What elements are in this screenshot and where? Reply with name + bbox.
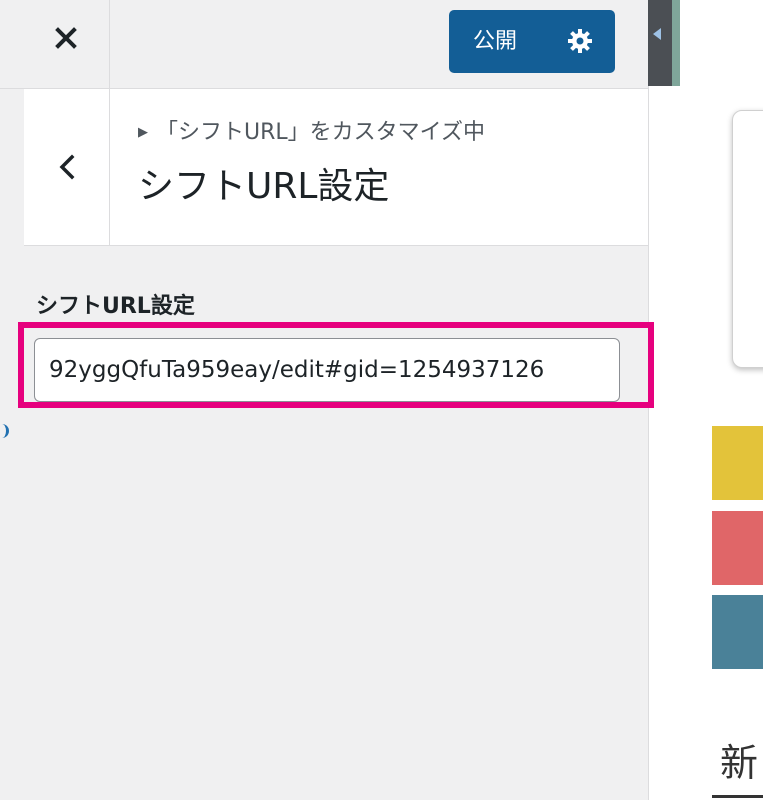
preview-block-yellow xyxy=(712,426,763,500)
breadcrumb-arrow-icon: ▶ xyxy=(138,125,148,140)
preview-heading: 新 xyxy=(720,741,759,785)
collapse-sidebar-button[interactable] xyxy=(648,0,672,86)
customizer-panel: 公開 ▶ 「シフトURL」をカスタマイズ中 シフトURL設定 シフトURL設定 … xyxy=(0,0,654,800)
close-icon xyxy=(55,27,77,49)
gear-icon[interactable] xyxy=(567,28,593,54)
section-header: ▶ 「シフトURL」をカスタマイズ中 シフトURL設定 xyxy=(24,89,648,246)
preview-card xyxy=(732,110,763,368)
breadcrumb-text: 「シフトURL」をカスタマイズ中 xyxy=(156,120,485,145)
back-button[interactable] xyxy=(24,89,110,245)
preview-block-teal xyxy=(712,595,763,669)
preview-block-red xyxy=(712,511,763,585)
scrollbar-strip xyxy=(672,0,680,86)
breadcrumb: ▶ 「シフトURL」をカスタマイズ中 xyxy=(138,119,485,147)
collapse-arrow-icon xyxy=(653,28,661,40)
chevron-left-icon xyxy=(59,154,75,180)
shift-url-label: シフトURL設定 xyxy=(36,294,195,319)
close-button[interactable] xyxy=(24,0,110,88)
shift-url-input[interactable] xyxy=(34,338,620,402)
publish-label: 公開 xyxy=(473,29,518,54)
customizer-toolbar: 公開 xyxy=(0,0,648,89)
section-title: シフトURL設定 xyxy=(138,166,390,207)
edge-marker xyxy=(0,424,9,438)
preview-underline xyxy=(712,795,763,798)
publish-button[interactable]: 公開 xyxy=(449,10,615,73)
